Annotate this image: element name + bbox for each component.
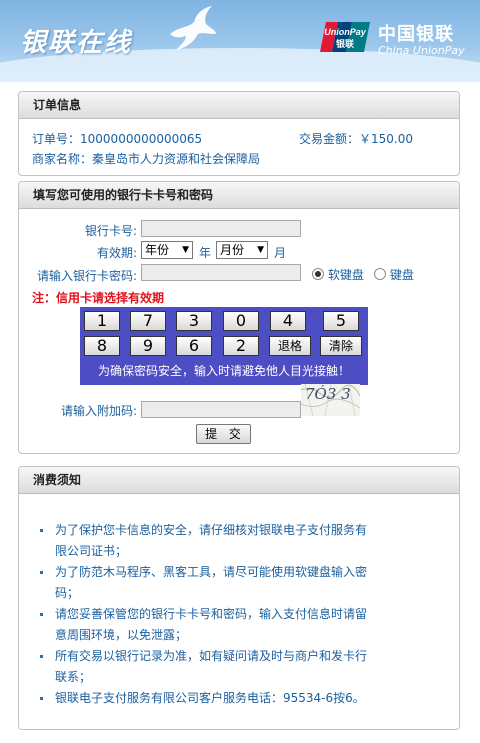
keypad-key[interactable]: 0 <box>223 311 259 331</box>
pin-label: 请输入银行卡密码: <box>36 269 137 283</box>
bullet-icon <box>40 529 43 532</box>
credit-card-note: 注：信用卡请选择有效期 <box>32 291 165 305</box>
expiry-year-value: 年份 <box>145 243 170 257</box>
month-unit-label: 月 <box>274 246 287 260</box>
captcha-label: 请输入附加码: <box>60 404 137 418</box>
order-info-title: 订单信息 <box>19 92 459 119</box>
card-form-panel: 填写您可使用的银行卡卡号和密码 银行卡号: 有效期: 年份 ▼ 年 月份 ▼ 月… <box>18 181 460 454</box>
soft-keypad: 1 7 3 0 4 5 8 9 6 2 退格 清除 为确保密码安全，输入时请避免… <box>80 307 368 385</box>
expiry-label: 有效期: <box>96 246 137 260</box>
unionpay-cn-title: 中国银联 <box>378 24 454 45</box>
hard-keyboard-option[interactable]: 键盘 <box>374 266 414 283</box>
order-no-label: 订单号： <box>32 132 81 146</box>
card-no-label: 银行卡号: <box>84 224 137 238</box>
merchant-label: 商家名称： <box>32 152 93 166</box>
list-item: 为了防范木马程序、黑客工具，请尽可能使用软键盘输入密码； <box>38 562 368 604</box>
bullet-icon <box>40 697 43 700</box>
keypad-key[interactable]: 1 <box>84 311 120 331</box>
hard-keyboard-radio[interactable] <box>374 268 386 280</box>
keypad-key[interactable]: 5 <box>323 311 359 331</box>
notice-list: 为了保护您卡信息的安全，请仔细核对银联电子支付服务有限公司证书； 为了防范木马程… <box>38 520 368 709</box>
keypad-clear-button[interactable]: 清除 <box>320 336 362 356</box>
captcha-input[interactable] <box>141 401 301 418</box>
soft-keyboard-radio[interactable] <box>312 268 324 280</box>
order-no-row: 订单号：1000000000000065 <box>32 130 202 147</box>
amount-label: 交易金额： <box>299 132 360 146</box>
expiry-month-select[interactable]: 月份 ▼ <box>216 241 268 259</box>
captcha-noise: 7Ó3 3 <box>301 384 360 416</box>
bullet-icon <box>40 571 43 574</box>
notice-item-text: 所有交易以银行记录为准，如有疑问请及时与商户和发卡行联系； <box>55 649 368 684</box>
notice-item-text: 为了保护您卡信息的安全，请仔细核对银联电子支付服务有限公司证书； <box>55 523 368 558</box>
amount-row: 交易金额：￥150.00 <box>299 130 413 147</box>
chevron-down-icon: ▼ <box>182 245 189 255</box>
keypad-key[interactable]: 3 <box>176 311 212 331</box>
bullet-icon <box>40 655 43 658</box>
dove-icon <box>170 6 216 50</box>
captcha-text: 7Ó3 3 <box>305 385 351 403</box>
unionpay-logo-cn: 银联 <box>336 38 355 50</box>
chevron-down-icon: ▼ <box>257 245 264 255</box>
year-unit-label: 年 <box>199 246 212 260</box>
list-item: 银联电子支付服务有限公司客户服务电话：95534-6按6。 <box>38 688 368 709</box>
expiry-year-select[interactable]: 年份 ▼ <box>141 241 193 259</box>
brand-title: 银联在线 <box>20 28 133 58</box>
notice-item-text: 银联电子支付服务有限公司客户服务电话：95534-6按6。 <box>55 691 365 705</box>
keypad-key[interactable]: 7 <box>130 311 166 331</box>
notice-item-text: 为了防范木马程序、黑客工具，请尽可能使用软键盘输入密码； <box>55 565 368 600</box>
list-item: 为了保护您卡信息的安全，请仔细核对银联电子支付服务有限公司证书； <box>38 520 368 562</box>
notice-title: 消费须知 <box>19 467 459 494</box>
keypad-key[interactable]: 6 <box>176 336 212 356</box>
list-item: 请您妥善保管您的银行卡卡号和密码，输入支付信息时请留意周围环境，以免泄露； <box>38 604 368 646</box>
unionpay-logo-en: UnionPay <box>324 27 367 37</box>
amount-value: ￥150.00 <box>359 132 414 146</box>
keypad-key[interactable]: 9 <box>130 336 166 356</box>
pin-input[interactable] <box>141 264 301 281</box>
card-number-input[interactable] <box>141 220 301 237</box>
unionpay-en-title: China UnionPay <box>378 44 465 57</box>
keypad-key[interactable]: 4 <box>270 311 306 331</box>
keypad-security-note: 为确保密码安全，输入时请避免他人目光接触！ <box>97 364 350 378</box>
keypad-key[interactable]: 8 <box>84 336 120 356</box>
order-info-panel: 订单信息 订单号：1000000000000065 交易金额：￥150.00 商… <box>18 91 460 176</box>
list-item: 所有交易以银行记录为准，如有疑问请及时与商户和发卡行联系； <box>38 646 368 688</box>
site-header: 银联在线 UnionPay 银联 中国银联 China UnionPay <box>0 0 480 82</box>
submit-button[interactable]: 提 交 <box>196 424 251 444</box>
bullet-icon <box>40 613 43 616</box>
card-form-title: 填写您可使用的银行卡卡号和密码 <box>19 182 459 209</box>
soft-keyboard-label: 软键盘 <box>327 268 364 282</box>
notice-panel: 消费须知 为了保护您卡信息的安全，请仔细核对银联电子支付服务有限公司证书； 为了… <box>18 466 460 730</box>
notice-item-text: 请您妥善保管您的银行卡卡号和密码，输入支付信息时请留意周围环境，以免泄露； <box>55 607 368 642</box>
order-no-value: 1000000000000065 <box>80 132 203 146</box>
unionpay-logo: UnionPay 银联 <box>320 22 370 52</box>
keypad-key[interactable]: 2 <box>223 336 259 356</box>
merchant-row: 商家名称：秦皇岛市人力资源和社会保障局 <box>32 150 260 167</box>
merchant-value: 秦皇岛市人力资源和社会保障局 <box>92 152 261 166</box>
expiry-month-value: 月份 <box>220 243 245 257</box>
captcha-image[interactable]: 7Ó3 3 <box>301 384 360 416</box>
keypad-backspace-button[interactable]: 退格 <box>269 336 311 356</box>
hard-keyboard-label: 键盘 <box>389 268 414 282</box>
soft-keyboard-option[interactable]: 软键盘 <box>312 266 364 283</box>
